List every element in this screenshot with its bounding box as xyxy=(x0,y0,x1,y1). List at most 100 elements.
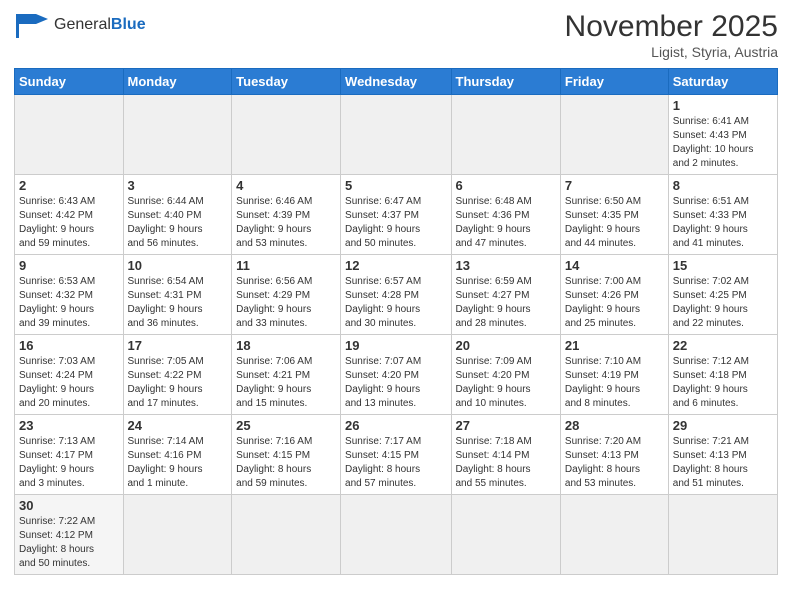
day-info: Sunrise: 6:51 AM Sunset: 4:33 PM Dayligh… xyxy=(673,195,773,251)
calendar-cell: 29 Sunrise: 7:21 AM Sunset: 4:13 PM Dayli… xyxy=(668,415,777,495)
calendar-cell: 22 Sunrise: 7:12 AM Sunset: 4:18 PM Dayli… xyxy=(668,335,777,415)
day-info: Sunrise: 6:57 AM Sunset: 4:28 PM Dayligh… xyxy=(345,275,446,331)
calendar-cell: 28 Sunrise: 7:20 AM Sunset: 4:13 PM Dayli… xyxy=(560,415,668,495)
day-number: 9 xyxy=(19,258,119,273)
day-number: 26 xyxy=(345,418,446,433)
day-info: Sunrise: 7:21 AM Sunset: 4:13 PM Dayligh… xyxy=(673,435,773,491)
day-info: Sunrise: 6:54 AM Sunset: 4:31 PM Dayligh… xyxy=(128,275,228,331)
day-info: Sunrise: 7:09 AM Sunset: 4:20 PM Dayligh… xyxy=(456,355,556,411)
calendar-cell: 8 Sunrise: 6:51 AM Sunset: 4:33 PM Daylig… xyxy=(668,175,777,255)
logo-text: GeneralBlue xyxy=(54,16,146,34)
day-info: Sunrise: 7:16 AM Sunset: 4:15 PM Dayligh… xyxy=(236,435,336,491)
day-number: 17 xyxy=(128,338,228,353)
calendar-cell: 25 Sunrise: 7:16 AM Sunset: 4:15 PM Dayli… xyxy=(232,415,341,495)
day-number: 29 xyxy=(673,418,773,433)
calendar-cell: 4Sunrise: 6:46 AM Sunset: 4:39 PM Daylig… xyxy=(232,175,341,255)
day-number: 11 xyxy=(236,258,336,273)
day-info: Sunrise: 6:53 AM Sunset: 4:32 PM Dayligh… xyxy=(19,275,119,331)
calendar-cell xyxy=(451,495,560,575)
calendar-cell: 11Sunrise: 6:56 AM Sunset: 4:29 PM Dayli… xyxy=(232,255,341,335)
day-info: Sunrise: 7:14 AM Sunset: 4:16 PM Dayligh… xyxy=(128,435,228,491)
calendar-header-row: Sunday Monday Tuesday Wednesday Thursday… xyxy=(15,69,778,95)
calendar-cell: 16 Sunrise: 7:03 AM Sunset: 4:24 PM Dayli… xyxy=(15,335,124,415)
day-number: 23 xyxy=(19,418,119,433)
calendar-cell xyxy=(560,495,668,575)
calendar-cell: 23 Sunrise: 7:13 AM Sunset: 4:17 PM Dayli… xyxy=(15,415,124,495)
day-number: 12 xyxy=(345,258,446,273)
col-thursday: Thursday xyxy=(451,69,560,95)
calendar-cell xyxy=(560,95,668,175)
calendar-cell xyxy=(341,495,451,575)
day-info: Sunrise: 7:20 AM Sunset: 4:13 PM Dayligh… xyxy=(565,435,664,491)
day-number: 25 xyxy=(236,418,336,433)
day-info: Sunrise: 6:59 AM Sunset: 4:27 PM Dayligh… xyxy=(456,275,556,331)
day-info: Sunrise: 7:02 AM Sunset: 4:25 PM Dayligh… xyxy=(673,275,773,331)
day-number: 19 xyxy=(345,338,446,353)
calendar-cell xyxy=(232,95,341,175)
calendar-cell: 18 Sunrise: 7:06 AM Sunset: 4:21 PM Dayli… xyxy=(232,335,341,415)
day-info: Sunrise: 7:22 AM Sunset: 4:12 PM Dayligh… xyxy=(19,515,119,571)
day-info: Sunrise: 6:48 AM Sunset: 4:36 PM Dayligh… xyxy=(456,195,556,251)
day-info: Sunrise: 6:43 AM Sunset: 4:42 PM Dayligh… xyxy=(19,195,119,251)
calendar-cell: 26 Sunrise: 7:17 AM Sunset: 4:15 PM Dayli… xyxy=(341,415,451,495)
calendar-cell: 5Sunrise: 6:47 AM Sunset: 4:37 PM Daylig… xyxy=(341,175,451,255)
col-monday: Monday xyxy=(123,69,232,95)
day-number: 21 xyxy=(565,338,664,353)
calendar-cell xyxy=(123,95,232,175)
day-number: 6 xyxy=(456,178,556,193)
general-blue-logo-icon xyxy=(14,10,50,40)
calendar-cell: 30 Sunrise: 7:22 AM Sunset: 4:12 PM Dayli… xyxy=(15,495,124,575)
calendar-cell xyxy=(232,495,341,575)
calendar-cell xyxy=(15,95,124,175)
day-number: 3 xyxy=(128,178,228,193)
day-info: Sunrise: 7:07 AM Sunset: 4:20 PM Dayligh… xyxy=(345,355,446,411)
day-info: Sunrise: 7:00 AM Sunset: 4:26 PM Dayligh… xyxy=(565,275,664,331)
calendar-cell: 17Sunrise: 7:05 AM Sunset: 4:22 PM Dayli… xyxy=(123,335,232,415)
col-tuesday: Tuesday xyxy=(232,69,341,95)
day-info: Sunrise: 7:13 AM Sunset: 4:17 PM Dayligh… xyxy=(19,435,119,491)
calendar-cell: 2 Sunrise: 6:43 AM Sunset: 4:42 PM Daylig… xyxy=(15,175,124,255)
title-block: November 2025 Ligist, Styria, Austria xyxy=(565,10,778,60)
day-number: 22 xyxy=(673,338,773,353)
calendar-cell: 6 Sunrise: 6:48 AM Sunset: 4:36 PM Daylig… xyxy=(451,175,560,255)
calendar-cell: 21 Sunrise: 7:10 AM Sunset: 4:19 PM Dayli… xyxy=(560,335,668,415)
col-sunday: Sunday xyxy=(15,69,124,95)
col-wednesday: Wednesday xyxy=(341,69,451,95)
day-number: 5 xyxy=(345,178,446,193)
day-number: 18 xyxy=(236,338,336,353)
day-info: Sunrise: 7:17 AM Sunset: 4:15 PM Dayligh… xyxy=(345,435,446,491)
day-number: 10 xyxy=(128,258,228,273)
calendar-cell: 14 Sunrise: 7:00 AM Sunset: 4:26 PM Dayli… xyxy=(560,255,668,335)
calendar-cell: 12 Sunrise: 6:57 AM Sunset: 4:28 PM Dayli… xyxy=(341,255,451,335)
day-info: Sunrise: 7:06 AM Sunset: 4:21 PM Dayligh… xyxy=(236,355,336,411)
calendar-table: Sunday Monday Tuesday Wednesday Thursday… xyxy=(14,68,778,575)
calendar-cell: 15 Sunrise: 7:02 AM Sunset: 4:25 PM Dayli… xyxy=(668,255,777,335)
day-info: Sunrise: 6:46 AM Sunset: 4:39 PM Dayligh… xyxy=(236,195,336,251)
day-number: 24 xyxy=(128,418,228,433)
calendar-cell: 19 Sunrise: 7:07 AM Sunset: 4:20 PM Dayli… xyxy=(341,335,451,415)
day-info: Sunrise: 7:10 AM Sunset: 4:19 PM Dayligh… xyxy=(565,355,664,411)
day-number: 8 xyxy=(673,178,773,193)
calendar-cell xyxy=(341,95,451,175)
day-info: Sunrise: 6:41 AM Sunset: 4:43 PM Dayligh… xyxy=(673,115,773,171)
day-info: Sunrise: 7:12 AM Sunset: 4:18 PM Dayligh… xyxy=(673,355,773,411)
day-info: Sunrise: 7:03 AM Sunset: 4:24 PM Dayligh… xyxy=(19,355,119,411)
day-number: 2 xyxy=(19,178,119,193)
col-saturday: Saturday xyxy=(668,69,777,95)
calendar-cell: 27Sunrise: 7:18 AM Sunset: 4:14 PM Dayli… xyxy=(451,415,560,495)
day-number: 20 xyxy=(456,338,556,353)
calendar-cell: 13 Sunrise: 6:59 AM Sunset: 4:27 PM Dayli… xyxy=(451,255,560,335)
day-number: 30 xyxy=(19,498,119,513)
day-number: 28 xyxy=(565,418,664,433)
day-number: 1 xyxy=(673,98,773,113)
day-number: 16 xyxy=(19,338,119,353)
day-number: 13 xyxy=(456,258,556,273)
day-info: Sunrise: 7:18 AM Sunset: 4:14 PM Dayligh… xyxy=(456,435,556,491)
day-number: 15 xyxy=(673,258,773,273)
logo: GeneralBlue xyxy=(14,10,146,40)
day-number: 14 xyxy=(565,258,664,273)
calendar-cell: 3Sunrise: 6:44 AM Sunset: 4:40 PM Daylig… xyxy=(123,175,232,255)
calendar-cell: 7Sunrise: 6:50 AM Sunset: 4:35 PM Daylig… xyxy=(560,175,668,255)
location: Ligist, Styria, Austria xyxy=(565,44,778,60)
month-title: November 2025 xyxy=(565,10,778,44)
